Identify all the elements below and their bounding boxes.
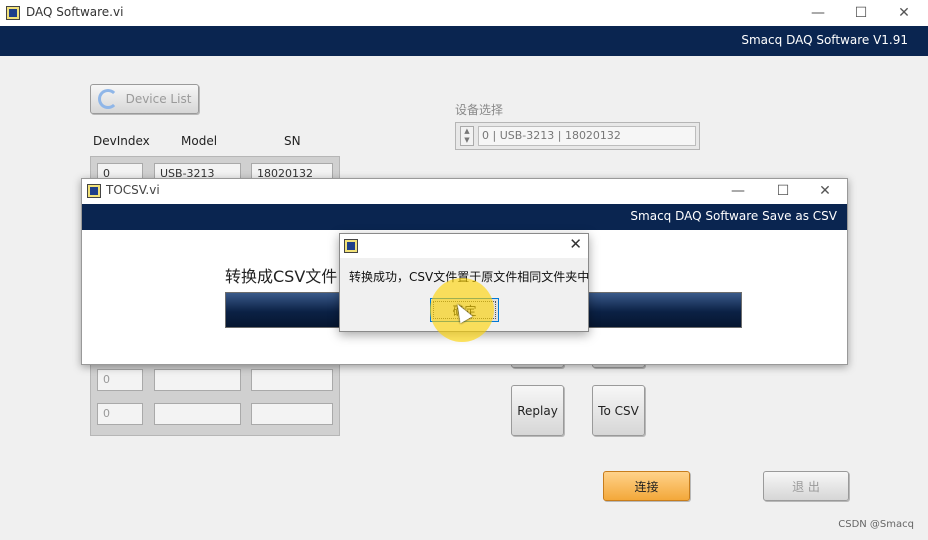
table-cell[interactable] bbox=[154, 403, 241, 425]
spinner-arrows-icon[interactable]: ▲ ▼ bbox=[460, 126, 474, 146]
main-header-title: Smacq DAQ Software V1.91 bbox=[741, 33, 908, 47]
device-select-value: 0 | USB-3213 | 18020132 bbox=[478, 126, 696, 146]
device-select-label: 设备选择 bbox=[455, 103, 504, 117]
device-list-button[interactable]: Device List bbox=[90, 84, 199, 114]
labview-icon bbox=[344, 239, 358, 253]
watermark: CSDN @Smacq bbox=[838, 519, 914, 530]
to-csv-button[interactable]: To CSV bbox=[592, 385, 645, 436]
minimize-button[interactable]: — bbox=[803, 3, 833, 23]
replay-button[interactable]: Replay bbox=[511, 385, 564, 436]
convert-label: 转换成CSV文件 bbox=[225, 267, 338, 286]
tocsv-header-bar: Smacq DAQ Software Save as CSV bbox=[82, 204, 847, 230]
tocsv-maximize-button[interactable]: ☐ bbox=[768, 181, 798, 201]
labview-icon bbox=[87, 184, 101, 198]
exit-button[interactable]: 退 出 bbox=[763, 471, 849, 501]
table-cell[interactable] bbox=[251, 369, 333, 391]
table-cell[interactable]: 0 bbox=[97, 403, 143, 425]
table-cell[interactable]: 0 bbox=[97, 369, 143, 391]
dialog-message: 转换成功，CSV文件置于原文件相同文件夹中 bbox=[349, 270, 590, 284]
device-list-label: Device List bbox=[125, 92, 192, 106]
main-window-title: DAQ Software.vi bbox=[26, 5, 124, 19]
tocsv-close-button[interactable]: ✕ bbox=[810, 181, 840, 201]
header-model: Model bbox=[181, 134, 218, 148]
header-sn: SN bbox=[284, 134, 301, 148]
header-devindex: DevIndex bbox=[93, 134, 150, 148]
tocsv-window-title: TOCSV.vi bbox=[106, 183, 160, 197]
connect-button[interactable]: 连接 bbox=[603, 471, 690, 501]
tocsv-titlebar: TOCSV.vi — ☐ ✕ bbox=[82, 179, 847, 204]
refresh-icon bbox=[97, 89, 118, 109]
main-header-bar: Smacq DAQ Software V1.91 bbox=[0, 26, 928, 56]
maximize-button[interactable]: ☐ bbox=[846, 3, 876, 23]
dialog-titlebar: ✕ bbox=[340, 234, 588, 258]
table-cell[interactable] bbox=[154, 369, 241, 391]
tocsv-header-title: Smacq DAQ Software Save as CSV bbox=[630, 209, 837, 223]
tocsv-minimize-button[interactable]: — bbox=[723, 181, 753, 201]
dialog-close-icon[interactable]: ✕ bbox=[569, 235, 582, 253]
labview-icon bbox=[6, 6, 20, 20]
main-titlebar: DAQ Software.vi — ☐ ✕ bbox=[0, 0, 928, 26]
table-cell[interactable] bbox=[251, 403, 333, 425]
close-button[interactable]: ✕ bbox=[889, 3, 919, 23]
device-select[interactable]: ▲ ▼ 0 | USB-3213 | 18020132 bbox=[455, 122, 700, 150]
